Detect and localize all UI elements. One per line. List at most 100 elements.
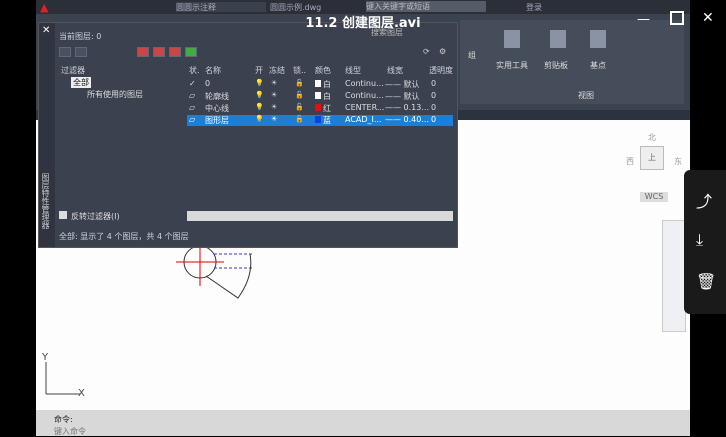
layer-color-name: 蓝	[323, 116, 331, 125]
freeze-sun-icon[interactable]: ☀	[271, 115, 277, 123]
filters-header: 过滤器	[61, 66, 85, 75]
share-icon[interactable]: ⤴	[696, 188, 712, 212]
wcs-badge[interactable]: WCS	[640, 192, 668, 202]
layer-transparency: 0	[431, 103, 437, 112]
freeze-sun-icon[interactable]: ☀	[271, 91, 277, 99]
column-header[interactable]: 冻结	[269, 65, 285, 76]
current-layer: 当前图层: 0	[59, 32, 102, 41]
layer-color-swatch[interactable]	[315, 80, 321, 87]
minimize-icon[interactable]: —	[637, 12, 650, 27]
column-header[interactable]: 状.	[189, 65, 200, 76]
layer-lineweight: —— 0.40...	[385, 115, 429, 124]
new-filter-icon[interactable]	[59, 47, 71, 57]
settings-icon[interactable]: ⚙	[439, 47, 446, 56]
horizontal-scrollbar[interactable]	[187, 211, 453, 221]
column-header[interactable]: 名称	[205, 65, 221, 76]
viewcube-west[interactable]: 西	[626, 156, 634, 167]
viewcube-north[interactable]: 北	[648, 132, 656, 143]
close-icon[interactable]: ✕	[702, 10, 714, 26]
layer-linetype: CENTER...	[345, 103, 385, 112]
delete-layer-icon[interactable]	[169, 47, 181, 57]
layer-color-name: 白	[323, 92, 331, 101]
delete-icon[interactable]: 🗑	[696, 272, 716, 291]
layer-color-swatch[interactable]	[315, 92, 321, 99]
layer-transparency: 0	[431, 115, 437, 124]
filter-group-icon[interactable]	[75, 47, 87, 57]
status-text: 全部: 显示了 4 个图层，共 4 个图层	[59, 232, 189, 241]
layer-lineweight: —— 默认	[385, 80, 420, 89]
layer-transparency: 0	[431, 91, 437, 100]
palette-side-label: 图层特性管理器	[41, 173, 50, 229]
ribbon-panel: 组 实用工具 剪贴板 基点 视图	[460, 20, 684, 104]
filter-tree-item[interactable]: 全部	[71, 77, 91, 88]
video-title: 11.2 创建图层.avi	[305, 16, 421, 31]
column-header[interactable]: 锁..	[293, 65, 306, 76]
layer-color-swatch[interactable]	[315, 116, 321, 123]
layer-row[interactable]: ✓ 0 白 Continu... —— 默认 0 💡 ☀ 🔓	[187, 79, 453, 90]
new-vp-layer-icon[interactable]	[153, 47, 165, 57]
layer-lineweight: —— 0.13...	[385, 103, 429, 112]
layer-color-swatch[interactable]	[315, 104, 321, 111]
layer-name: 轮廓线	[205, 92, 229, 101]
layer-color-name: 白	[323, 80, 331, 89]
layer-linetype: Continu...	[345, 91, 384, 100]
lock-icon[interactable]: 🔓	[295, 91, 304, 99]
on-bulb-icon[interactable]: 💡	[255, 91, 264, 99]
layer-name: 中心线	[205, 104, 229, 113]
filter-tree-item[interactable]: 所有使用的图层	[87, 89, 177, 100]
nav-bar[interactable]	[662, 220, 686, 332]
ribbon-group-label[interactable]: 组	[468, 50, 476, 61]
layer-name: 图形层	[205, 116, 229, 125]
command-label: 命令:	[54, 415, 73, 424]
column-header[interactable]: 透明度	[429, 65, 453, 76]
layer-status: ✓	[189, 79, 196, 88]
clipboard-icon	[550, 30, 566, 48]
viewcube-east[interactable]: 东	[674, 156, 682, 167]
layer-row[interactable]: ▱ 轮廓线 白 Continu... —— 默认 0 💡 ☀ 🔓	[187, 91, 453, 102]
drawing-tab[interactable]: 圆圆示注释	[176, 2, 266, 12]
lock-icon[interactable]: 🔓	[295, 79, 304, 87]
invert-filter-label: 反转过滤器(I)	[71, 212, 120, 221]
viewcube-face[interactable]: 上	[640, 146, 664, 170]
search-input[interactable]: 键入关键字或短语	[366, 1, 486, 12]
utility-icon	[504, 30, 520, 48]
ribbon-group-label[interactable]: 剪贴板	[544, 60, 568, 71]
palette-side-bar: ✕ 图层特性管理器	[39, 23, 55, 247]
new-layer-icon[interactable]	[137, 47, 149, 57]
freeze-sun-icon[interactable]: ☀	[271, 79, 277, 87]
basepoint-icon	[590, 30, 606, 48]
layer-row[interactable]: ▱ 图形层 蓝 ACAD_I... —— 0.40... 0 💡 ☀ 🔓	[187, 115, 453, 126]
layer-name: 0	[205, 79, 211, 88]
refresh-icon[interactable]: ⟳	[423, 47, 430, 56]
command-area[interactable]: 命令: 键入命令	[36, 410, 690, 436]
on-bulb-icon[interactable]: 💡	[255, 115, 264, 123]
invert-filter-checkbox[interactable]	[59, 211, 67, 219]
set-current-icon[interactable]	[185, 47, 197, 57]
ribbon-group-label[interactable]: 基点	[590, 60, 606, 71]
lock-icon[interactable]: 🔓	[295, 115, 304, 123]
on-bulb-icon[interactable]: 💡	[255, 79, 264, 87]
column-header[interactable]: 线型	[345, 65, 361, 76]
column-header[interactable]: 开	[255, 65, 263, 76]
layer-color-name: 红	[323, 104, 331, 113]
layer-status: ▱	[189, 103, 196, 112]
ribbon-group-label[interactable]: 实用工具	[496, 60, 528, 71]
layer-row[interactable]: ▱ 中心线 红 CENTER... —— 0.13... 0 💡 ☀ 🔓	[187, 103, 453, 114]
layer-properties-manager: ✕ 图层特性管理器 当前图层: 0 搜索图层 ⟳ ⚙ 过滤器 全部 所有使用的图…	[38, 22, 458, 248]
freeze-sun-icon[interactable]: ☀	[271, 103, 277, 111]
filter-tree[interactable]: 全部 所有使用的图层	[59, 77, 181, 207]
command-input[interactable]: 键入命令	[54, 426, 86, 437]
lock-icon[interactable]: 🔓	[295, 103, 304, 111]
maximize-icon[interactable]	[670, 11, 684, 25]
ucs-y-label: Y	[42, 352, 49, 363]
ribbon-group-label[interactable]: 视图	[578, 90, 594, 101]
on-bulb-icon[interactable]: 💡	[255, 103, 264, 111]
layer-lineweight: —— 默认	[385, 92, 420, 101]
layer-linetype: Continu...	[345, 79, 384, 88]
column-header[interactable]: 颜色	[315, 65, 331, 76]
download-icon[interactable]: ⤓	[696, 230, 703, 250]
layer-linetype: ACAD_I...	[345, 115, 382, 124]
ucs-x-label: X	[78, 388, 85, 399]
column-header[interactable]: 线宽	[387, 65, 403, 76]
viewcube[interactable]: 北 西 东 上 WCS	[616, 132, 686, 222]
